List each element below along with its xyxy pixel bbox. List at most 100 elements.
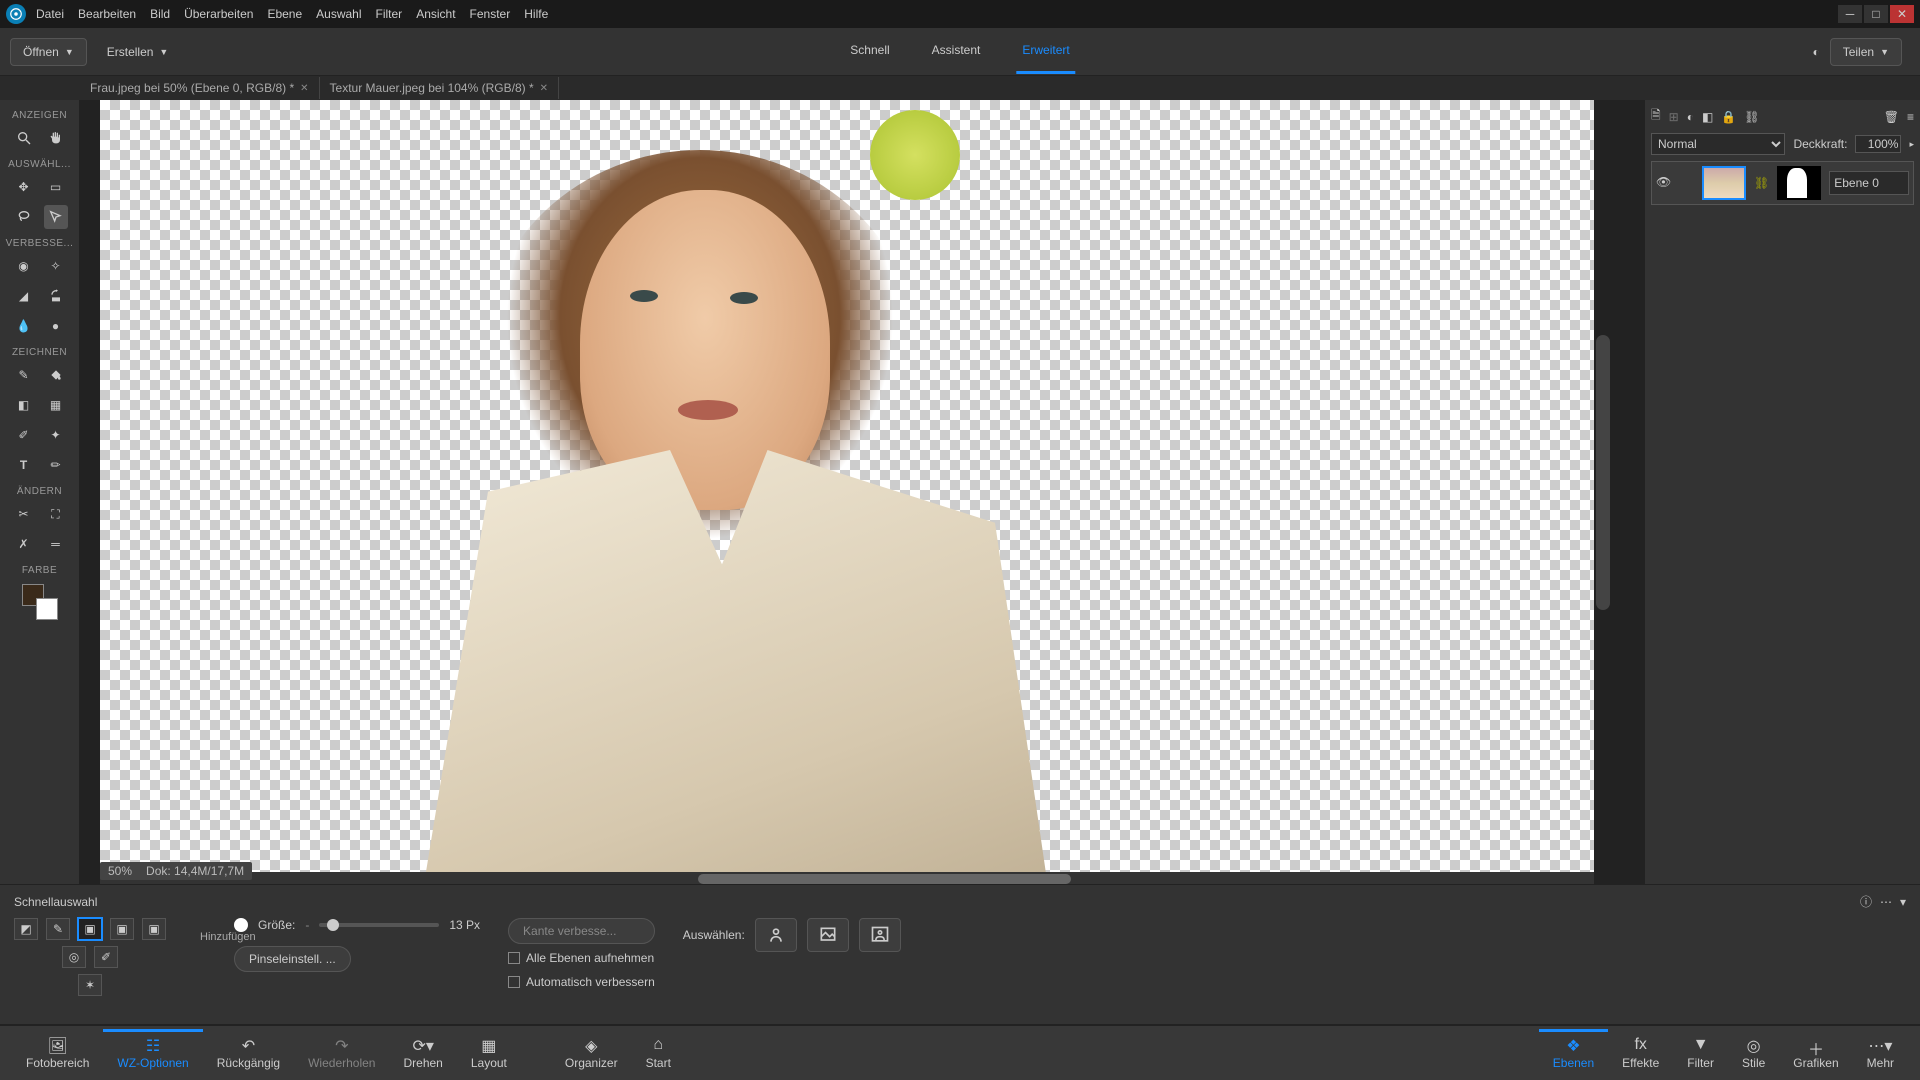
document-tab[interactable]: Textur Mauer.jpeg bei 104% (RGB/8) * ✕ (320, 77, 560, 99)
layer-thumbnail[interactable] (1702, 166, 1746, 200)
close-tab-icon[interactable]: ✕ (540, 83, 548, 94)
bottombar-start[interactable]: ⌂Start (632, 1032, 685, 1074)
blur-tool-icon[interactable]: 💧 (12, 314, 36, 338)
new-layer-icon[interactable]: 🗎 (1651, 106, 1661, 127)
size-slider[interactable] (319, 923, 439, 927)
maximize-button[interactable]: □ (1864, 5, 1888, 23)
shape-tool-icon[interactable]: ✦ (44, 423, 68, 447)
gradient-tool-icon[interactable]: ▦ (44, 393, 68, 417)
minimize-button[interactable]: ─ (1838, 5, 1862, 23)
selection-tool-variant-e-icon[interactable]: ✶ (78, 974, 102, 996)
menu-hilfe[interactable]: Hilfe (524, 7, 548, 21)
background-color-swatch[interactable] (36, 598, 58, 620)
bottombar-layout[interactable]: ▦Layout (457, 1032, 521, 1074)
marquee-tool-icon[interactable]: ▭ (44, 175, 68, 199)
link-layers-icon[interactable]: ⛓ (1744, 110, 1759, 124)
smart-brush-tool-icon[interactable]: ◢ (12, 284, 36, 308)
lasso-tool-icon[interactable] (12, 205, 36, 229)
menu-ansicht[interactable]: Ansicht (416, 7, 455, 21)
hand-tool-icon[interactable] (44, 126, 68, 150)
scrollbar-thumb[interactable] (698, 874, 1072, 884)
bottombar-redo[interactable]: ↷Wiederholen (294, 1032, 389, 1074)
quick-selection-tool-icon[interactable] (44, 205, 68, 229)
close-button[interactable]: ✕ (1890, 5, 1914, 23)
help-icon[interactable]: ⓘ (1860, 893, 1872, 910)
layer-row[interactable]: 👁 ⛓ Ebene 0 (1651, 161, 1914, 205)
vertical-scrollbar[interactable] (1596, 335, 1610, 609)
slider-thumb[interactable] (327, 919, 339, 931)
tab-erweitert[interactable]: Erweitert (1016, 29, 1075, 74)
tab-assistent[interactable]: Assistent (926, 29, 987, 74)
bottombar-undo[interactable]: ↶Rückgängig (203, 1032, 294, 1074)
pencil-tool-icon[interactable]: ✏ (44, 453, 68, 477)
refine-edge-button[interactable]: Kante verbesse... (508, 918, 655, 944)
menu-filter[interactable]: Filter (376, 7, 403, 21)
clone-stamp-tool-icon[interactable] (44, 284, 68, 308)
selection-mode-subtract-icon[interactable]: ▣ (142, 918, 166, 940)
redeye-tool-icon[interactable]: ◉ (12, 254, 36, 278)
bottombar-wzoptionen[interactable]: ☷WZ-Optionen (103, 1029, 202, 1074)
panel-menu-icon[interactable]: ≡ (1907, 110, 1914, 124)
sponge-tool-icon[interactable]: ● (44, 314, 68, 338)
eyedropper-tool-icon[interactable]: ✐ (12, 423, 36, 447)
bottombar-grafiken[interactable]: ＋Grafiken (1779, 1032, 1852, 1074)
menu-auswahl[interactable]: Auswahl (316, 7, 361, 21)
bottombar-filter[interactable]: ▼Filter (1673, 1032, 1728, 1074)
menu-datei[interactable]: Datei (36, 7, 64, 21)
bottombar-stile[interactable]: ◎Stile (1728, 1032, 1779, 1074)
open-button[interactable]: Öffnen▼ (10, 38, 87, 66)
close-tab-icon[interactable]: ✕ (300, 83, 308, 94)
layer-name-field[interactable]: Ebene 0 (1829, 171, 1909, 195)
sample-all-layers-checkbox[interactable]: Alle Ebenen aufnehmen (508, 951, 655, 965)
select-sky-button[interactable] (859, 918, 901, 952)
selection-tool-variant-a-icon[interactable]: ◩ (14, 918, 38, 940)
move-tool-icon[interactable]: ✥ (12, 175, 36, 199)
menu-bild[interactable]: Bild (150, 7, 170, 21)
bottombar-rotate[interactable]: ⟳▾Drehen (389, 1032, 456, 1074)
select-subject-button[interactable] (755, 918, 797, 952)
paint-bucket-tool-icon[interactable] (44, 363, 68, 387)
selection-tool-variant-d-icon[interactable]: ✐ (94, 946, 118, 968)
select-background-button[interactable] (807, 918, 849, 952)
content-aware-move-tool-icon[interactable]: ✗ (12, 532, 36, 556)
adjustment-layer-icon[interactable]: ◐ (1687, 110, 1694, 124)
auto-enhance-checkbox[interactable]: Automatisch verbessern (508, 975, 655, 989)
bottombar-organizer[interactable]: ◈Organizer (551, 1032, 632, 1074)
new-group-icon[interactable]: ⊞ (1669, 110, 1679, 124)
collapse-panel-icon[interactable]: ▾ (1900, 895, 1906, 909)
mask-icon[interactable]: ◧ (1702, 110, 1713, 124)
brush-tool-icon[interactable]: ✎ (12, 363, 36, 387)
blend-mode-select[interactable]: Normal (1651, 133, 1785, 155)
layer-mask-thumbnail[interactable] (1777, 166, 1821, 200)
selection-mode-add-icon[interactable]: ▣ (110, 918, 134, 940)
menu-fenster[interactable]: Fenster (470, 7, 511, 21)
selection-tool-variant-c-icon[interactable]: ◎ (62, 946, 86, 968)
selection-tool-variant-b-icon[interactable]: ✎ (46, 918, 70, 940)
menu-bearbeiten[interactable]: Bearbeiten (78, 7, 136, 21)
brush-settings-button[interactable]: Pinseleinstell. ... (234, 946, 351, 972)
delete-layer-icon[interactable]: 🗑 (1884, 110, 1899, 124)
selection-mode-new-icon[interactable]: ▣ (78, 918, 102, 940)
spot-heal-tool-icon[interactable]: ✧ (44, 254, 68, 278)
horizontal-scrollbar[interactable] (100, 872, 1594, 884)
zoom-tool-icon[interactable] (12, 126, 36, 150)
tab-schnell[interactable]: Schnell (844, 29, 895, 74)
type-tool-icon[interactable]: T (12, 453, 36, 477)
bottombar-ebenen[interactable]: ❖Ebenen (1539, 1029, 1608, 1074)
lock-layer-icon[interactable]: 🔒 (1721, 110, 1736, 124)
panel-menu-icon[interactable]: ⋯ (1880, 895, 1892, 909)
create-button[interactable]: Erstellen▼ (95, 39, 181, 65)
crop-tool-icon[interactable]: ✂ (12, 502, 36, 526)
document-tab-active[interactable]: Frau.jpeg bei 50% (Ebene 0, RGB/8) * ✕ (80, 77, 320, 99)
menu-ueberarbeiten[interactable]: Überarbeiten (184, 7, 253, 21)
theme-toggle-icon[interactable]: ◐ (1812, 45, 1819, 59)
share-button[interactable]: Teilen▼ (1830, 38, 1902, 66)
opacity-input[interactable] (1855, 135, 1901, 153)
bottombar-fotobereich[interactable]: 🖼Fotobereich (12, 1032, 103, 1074)
mask-link-icon[interactable]: ⛓ (1754, 176, 1769, 190)
recompose-tool-icon[interactable]: ⛶ (44, 502, 68, 526)
color-swatches[interactable] (22, 584, 58, 620)
bottombar-mehr[interactable]: ⋯▾Mehr (1853, 1032, 1908, 1074)
layer-visibility-icon[interactable]: 👁 (1656, 175, 1672, 191)
menu-ebene[interactable]: Ebene (267, 7, 302, 21)
